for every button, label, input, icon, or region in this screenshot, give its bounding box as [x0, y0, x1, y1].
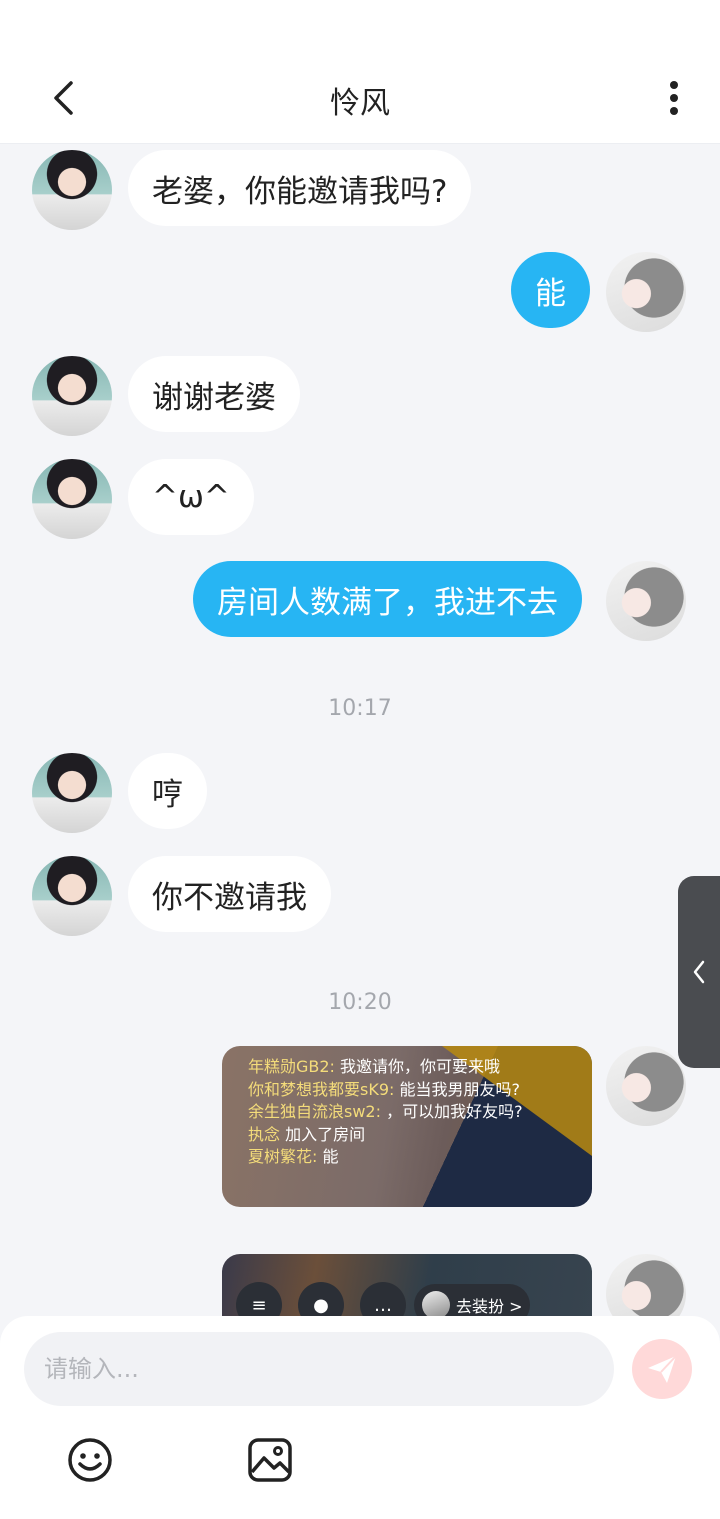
screenshot-line: 执念 加入了房间	[248, 1124, 366, 1144]
send-icon	[648, 1355, 677, 1383]
composer-bar	[0, 1316, 720, 1519]
message-bubble[interactable]: 哼	[128, 753, 207, 829]
screenshot-line: 夏树繁花: 能	[248, 1147, 339, 1166]
more-vertical-icon	[670, 81, 678, 115]
contact-avatar[interactable]	[32, 753, 112, 833]
image-icon	[248, 1438, 292, 1482]
message-bubble[interactable]: ^ω^	[128, 459, 254, 535]
emoji-button[interactable]	[66, 1436, 114, 1484]
image-button[interactable]	[246, 1436, 294, 1484]
message-bubble[interactable]: 能	[511, 252, 590, 328]
message-bubble[interactable]: 你不邀请我	[128, 856, 331, 932]
chat-bubble-icon: …	[360, 1282, 406, 1316]
mini-avatar	[422, 1291, 450, 1316]
chat-header: 怜风	[0, 50, 720, 144]
status-bar	[0, 0, 720, 50]
shared-screenshot-image[interactable]: 年糕勋GB2: 我邀请你，你可要来哦 你和梦想我都要sK9: 能当我男朋友吗? …	[222, 1046, 592, 1207]
screenshot-line: 年糕勋GB2: 我邀请你，你可要来哦	[248, 1057, 501, 1076]
message-input[interactable]	[24, 1332, 614, 1406]
chevron-left-icon	[693, 960, 705, 984]
dress-up-chip: 去装扮 >	[414, 1284, 530, 1316]
shared-screenshot-image[interactable]: ≡ ● … 去装扮 >	[222, 1254, 592, 1316]
emoji-icon	[68, 1438, 112, 1482]
screenshot-chat-lines: 年糕勋GB2: 我邀请你，你可要来哦 你和梦想我都要sK9: 能当我男朋友吗? …	[248, 1056, 523, 1169]
screenshot-line: 你和梦想我都要sK9: 能当我男朋友吗?	[248, 1079, 520, 1099]
my-avatar[interactable]	[606, 1046, 686, 1126]
message-bubble[interactable]: 谢谢老婆	[128, 356, 300, 432]
contact-avatar[interactable]	[32, 356, 112, 436]
my-avatar[interactable]	[606, 1254, 686, 1316]
my-avatar[interactable]	[606, 252, 686, 332]
message-timestamp: 10:20	[328, 990, 392, 1015]
message-bubble[interactable]: 老婆，你能邀请我吗?	[128, 150, 472, 226]
contact-avatar[interactable]	[32, 856, 112, 936]
send-button[interactable]	[632, 1339, 692, 1399]
message-list[interactable]: 老婆，你能邀请我吗? 能 谢谢老婆 ^ω^ 房间人数满了，我进不去 10:17 …	[0, 144, 720, 1316]
screenshot-line: 余生独自流浪sw2: ，可以加我好友吗?	[248, 1102, 523, 1121]
chat-title: 怜风	[330, 86, 390, 121]
more-button[interactable]	[654, 74, 694, 122]
contact-avatar[interactable]	[32, 150, 112, 230]
contact-avatar[interactable]	[32, 459, 112, 539]
message-bubble[interactable]: 房间人数满了，我进不去	[193, 561, 582, 637]
message-timestamp: 10:17	[328, 696, 392, 721]
my-avatar[interactable]	[606, 561, 686, 641]
side-drawer-handle[interactable]	[678, 876, 720, 1068]
users-icon: ●	[298, 1282, 344, 1316]
list-icon: ≡	[236, 1282, 282, 1316]
